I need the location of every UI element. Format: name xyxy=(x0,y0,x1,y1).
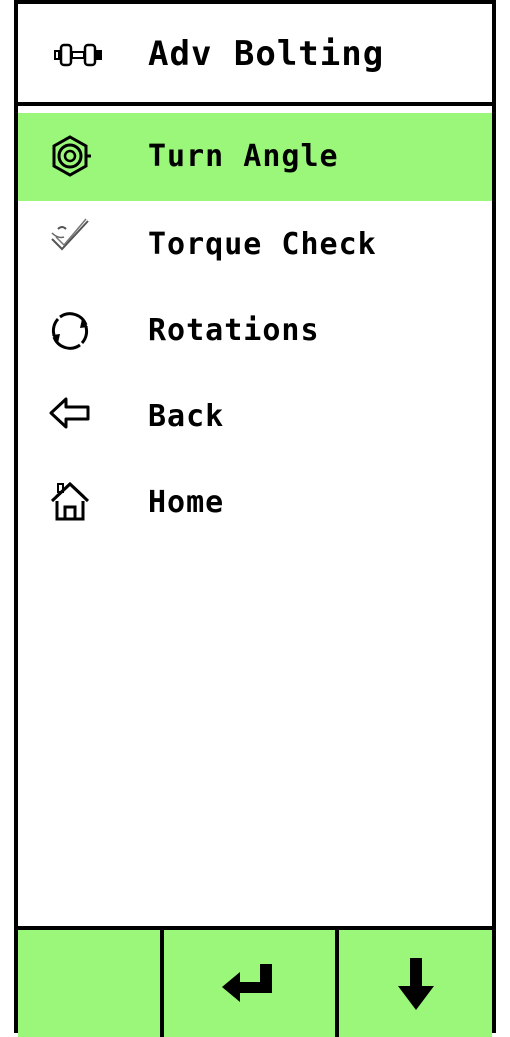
menu-item-turn-angle[interactable]: Turn Angle xyxy=(18,113,492,201)
down-arrow-icon xyxy=(397,957,434,1010)
menu-item-home[interactable]: Home xyxy=(18,465,492,553)
menu-item-back[interactable]: Back xyxy=(18,377,492,465)
enter-icon xyxy=(221,963,272,1002)
softkey-bar xyxy=(18,926,492,1037)
checkmark-wrench-icon xyxy=(51,218,89,251)
menu-item-rotations[interactable]: Rotations xyxy=(18,289,492,377)
home-icon xyxy=(50,481,90,521)
device-frame: Adv Bolting Turn Angle Torque Check Rota… xyxy=(0,0,510,1037)
screen: Adv Bolting Turn Angle Torque Check Rota… xyxy=(14,0,496,1037)
header-bar: Adv Bolting xyxy=(18,4,492,106)
rotate-icon xyxy=(51,312,89,350)
back-arrow-icon xyxy=(49,397,90,429)
bolt-wrench-icon xyxy=(54,43,102,67)
down-button[interactable] xyxy=(339,930,492,1037)
menu-item-label: Torque Check xyxy=(148,227,377,262)
menu-item-label: Home xyxy=(148,485,225,520)
page-title: Adv Bolting xyxy=(148,34,385,74)
menu-item-label: Turn Angle xyxy=(148,139,339,174)
menu-item-label: Back xyxy=(148,399,225,434)
menu-item-label: Rotations xyxy=(148,313,320,348)
menu-item-torque-check[interactable]: Torque Check xyxy=(18,201,492,289)
nut-icon xyxy=(52,135,91,177)
softkey-left[interactable] xyxy=(18,930,164,1037)
enter-button[interactable] xyxy=(164,930,339,1037)
